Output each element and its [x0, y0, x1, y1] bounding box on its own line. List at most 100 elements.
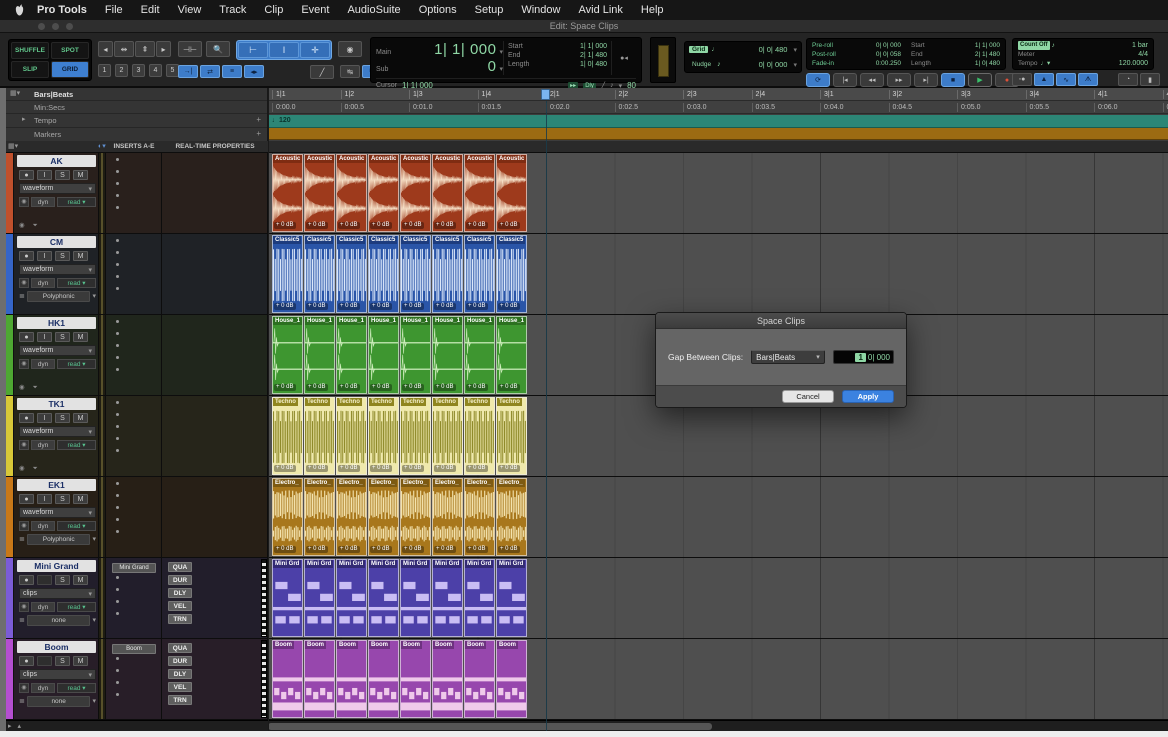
track-color-strip[interactable] [6, 639, 14, 719]
markers-ruler-bar[interactable] [268, 128, 1168, 140]
insert-slot[interactable] [116, 576, 119, 579]
clip-boom-3[interactable]: Boom [336, 640, 367, 718]
horizontal-scrollbar[interactable]: ▸▴ [0, 720, 1168, 731]
menu-audiosuite[interactable]: AudioSuite [338, 0, 409, 20]
record-enable-button[interactable]: ● [19, 575, 34, 585]
link-track-button[interactable]: ≡ [222, 65, 242, 78]
insert-slot[interactable] [116, 275, 119, 278]
elastic-dropdown-icon[interactable]: ▾ [92, 697, 96, 706]
track-lane[interactable]: BoomBoomBoomBoomBoomBoomBoomBoom [268, 639, 1168, 719]
rtp-dly[interactable]: DLY [168, 669, 192, 679]
pencil-tool-button[interactable]: ╱ [310, 65, 334, 79]
sub-counter-dropdown-icon[interactable]: ▾ [499, 65, 503, 73]
solo-button[interactable]: S [55, 170, 70, 180]
clip-gain-badge[interactable]: + 0 dB [338, 384, 360, 391]
clip-gain-badge[interactable]: + 0 dB [498, 546, 520, 553]
track-color-strip[interactable] [6, 315, 14, 395]
clip-mini-grd-7[interactable]: Mini Grd [464, 559, 495, 637]
clip-gain-badge[interactable]: + 0 dB [402, 384, 424, 391]
insert-slot[interactable] [116, 693, 119, 696]
rewind-button[interactable]: ◂◂ [860, 73, 884, 87]
track-lane[interactable]: Electro_+ 0 dBElectro_+ 0 dBElectro_+ 0 … [268, 477, 1168, 557]
automation-mode-selector[interactable]: read ▾ [57, 683, 96, 693]
clip-acoustic-5[interactable]: Acoustic+ 0 dB [400, 154, 431, 232]
insert-slot[interactable] [116, 482, 119, 485]
insert-slot[interactable] [116, 356, 119, 359]
track-color-strip[interactable] [6, 396, 14, 476]
solo-button[interactable]: S [55, 251, 70, 261]
track-lane[interactable]: Acoustic+ 0 dBAcoustic+ 0 dBAcoustic+ 0 … [268, 153, 1168, 233]
group-color-icon[interactable]: ◐▾ [98, 142, 106, 150]
tempo-label[interactable]: Tempo [1018, 59, 1038, 68]
menu-track[interactable]: Track [210, 0, 255, 20]
insert-slot[interactable] [116, 437, 119, 440]
zoomer-tool-button[interactable]: 🔍 [206, 41, 230, 57]
tab-to-transient-button[interactable]: →| [178, 65, 198, 78]
clip-gain-badge[interactable]: + 0 dB [338, 546, 360, 553]
tempo-marker[interactable]: ♩120 [272, 117, 291, 124]
clip-gain-badge[interactable]: + 0 dB [370, 546, 392, 553]
pre-metering-button[interactable]: ◔ [1118, 73, 1138, 86]
solo-button[interactable]: S [55, 575, 70, 585]
clip-gain-badge[interactable]: + 0 dB [498, 303, 520, 310]
track-small-icons[interactable]: ◉ ⏷ [19, 221, 41, 230]
clip-gain-badge[interactable]: + 0 dB [306, 222, 328, 229]
automation-mode-selector[interactable]: read ▾ [57, 278, 96, 288]
timebase-icon[interactable]: ≣ [19, 616, 25, 625]
insertion-follows-button[interactable]: ◂▸ [244, 65, 264, 78]
insert-plugin-boom[interactable]: Boom [112, 644, 156, 654]
group-column[interactable] [98, 315, 106, 395]
zoom-preset-1[interactable]: 1 [98, 64, 111, 77]
insert-slot[interactable] [116, 612, 119, 615]
clip-gain-badge[interactable]: + 0 dB [338, 465, 360, 472]
track-name[interactable]: AK [17, 155, 96, 167]
insert-slot[interactable] [116, 681, 119, 684]
clip-techno-3[interactable]: Techno+ 0 dB [336, 397, 367, 475]
track-name[interactable]: HK1 [17, 317, 96, 329]
trim-tool-button[interactable]: ⊣⊢ [178, 41, 202, 57]
input-monitor-button[interactable]: I [37, 413, 52, 423]
track-view-selector[interactable]: waveform▾ [19, 264, 96, 275]
min-secs-ruler[interactable]: 0:00.00:00.50:01.00:01.50:02.00:02.50:03… [268, 101, 1168, 114]
record-enable-button[interactable]: ● [19, 332, 34, 342]
clip-gain-badge[interactable]: + 0 dB [466, 465, 488, 472]
clip-classic5-3[interactable]: Classic5+ 0 dB [336, 235, 367, 313]
voice-selector[interactable]: dyn [31, 602, 55, 612]
insert-slot[interactable] [116, 425, 119, 428]
clip-gain-badge[interactable]: + 0 dB [434, 465, 456, 472]
clip-gain-badge[interactable]: + 0 dB [370, 465, 392, 472]
clip-gain-badge[interactable]: + 0 dB [274, 465, 296, 472]
scroll-corner-icons[interactable]: ▸▴ [8, 722, 27, 730]
nudge-row[interactable]: Nudge ♪ 0| 0| 000 ▾ [689, 60, 797, 69]
marker-add-button[interactable]: + [256, 130, 261, 138]
automation-mode-selector[interactable]: read ▾ [57, 197, 96, 207]
clip-acoustic-6[interactable]: Acoustic+ 0 dB [432, 154, 463, 232]
track-lane[interactable]: Classic5+ 0 dBClassic5+ 0 dBClassic5+ 0 … [268, 234, 1168, 314]
track-small-icons[interactable]: ◉ ⏷ [19, 383, 41, 392]
clip-electro_-8[interactable]: Electro_+ 0 dB [496, 478, 527, 556]
record-enable-button[interactable]: ● [19, 494, 34, 504]
group-column[interactable] [98, 234, 106, 314]
mute-button[interactable]: M [73, 413, 88, 423]
clip-classic5-7[interactable]: Classic5+ 0 dB [464, 235, 495, 313]
menu-edit[interactable]: Edit [132, 0, 169, 20]
clip-techno-7[interactable]: Techno+ 0 dB [464, 397, 495, 475]
zoom-preset-2[interactable]: 2 [115, 64, 128, 77]
main-counter-dropdown-icon[interactable]: ▾ [499, 48, 503, 56]
insert-slot[interactable] [116, 182, 119, 185]
insert-slot[interactable] [116, 158, 119, 161]
insert-slot[interactable] [116, 251, 119, 254]
track-view-selector[interactable]: waveform▾ [19, 426, 96, 437]
track-list-icon[interactable]: ▦▾ [8, 142, 18, 150]
clip-house_1-4[interactable]: House_1+ 0 dB [368, 316, 399, 394]
zoom-right-arrow-button[interactable]: ▸ [156, 41, 171, 57]
insert-slot[interactable] [116, 263, 119, 266]
automation-icon[interactable]: ◉ [19, 197, 29, 207]
clip-gain-badge[interactable]: + 0 dB [306, 384, 328, 391]
rtp-qua[interactable]: QUA [168, 562, 192, 572]
main-counter-value[interactable]: 1| 1| 000 [400, 41, 496, 58]
track-color-strip[interactable] [6, 558, 14, 638]
automation-icon[interactable]: ◉ [19, 278, 29, 288]
track-name[interactable]: Mini Grand [17, 560, 96, 572]
voice-selector[interactable]: dyn [31, 683, 55, 693]
